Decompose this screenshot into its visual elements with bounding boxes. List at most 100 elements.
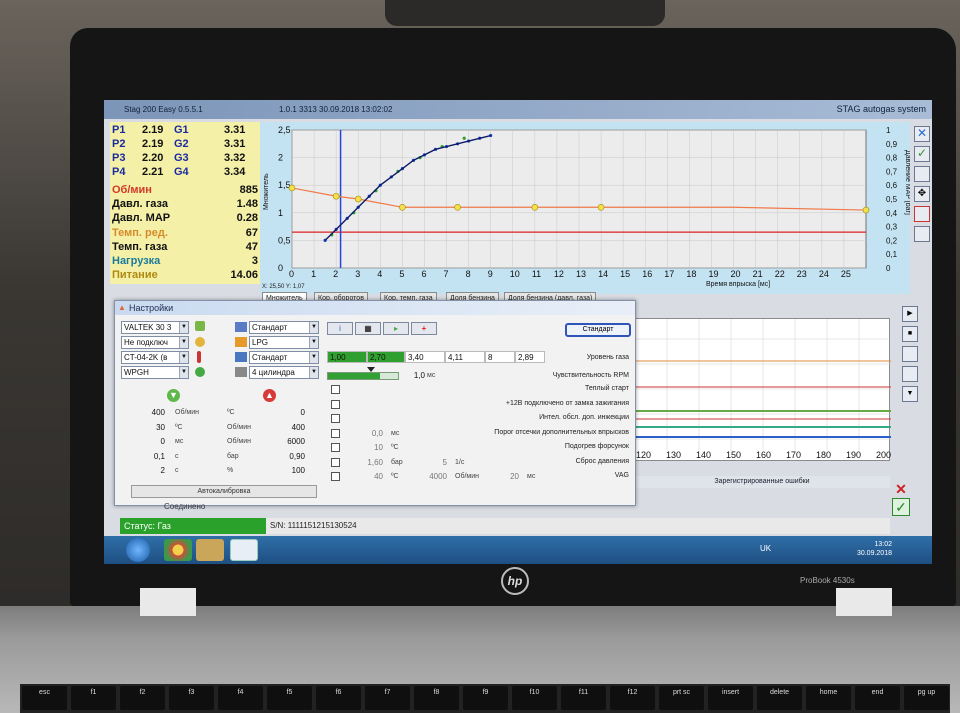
keyboard-key: pg up bbox=[904, 686, 949, 710]
option-checkbox[interactable] bbox=[331, 428, 340, 438]
option-unit: мс bbox=[391, 429, 400, 437]
combo-value: WPGH bbox=[124, 368, 149, 377]
multiplier-chart-svg[interactable]: 0 1 2 3 4 5 6 7 8 9 10 11 12 13 14 15 16 17 18 19 20 21 22 23 24… bbox=[260, 122, 910, 294]
multiplier-node[interactable] bbox=[454, 203, 461, 211]
pressure-row: P1 2.19 G1 3.31 bbox=[112, 124, 260, 138]
add-icon[interactable]: + bbox=[411, 322, 437, 335]
cursor-readout: X: 25,50 Y: 1,07 bbox=[262, 284, 305, 290]
multiplier-node[interactable] bbox=[399, 203, 406, 211]
rpm-sensitivity-slider[interactable] bbox=[327, 372, 399, 380]
fuel-type-select[interactable]: LPG ▼ bbox=[249, 336, 319, 349]
stag-app-icon[interactable] bbox=[230, 539, 258, 561]
autocalibration-button[interactable]: Автокалибровка bbox=[131, 485, 317, 498]
condition-value[interactable]: 0,1 bbox=[121, 451, 165, 462]
option-label: Теплый старт bbox=[584, 385, 629, 392]
multiplier-node[interactable] bbox=[531, 203, 539, 211]
injector-label: P1 bbox=[112, 124, 126, 136]
chevron-down-icon: ▼ bbox=[309, 367, 318, 378]
condition-value[interactable]: 0,90 bbox=[265, 451, 305, 462]
multiplier-node[interactable] bbox=[332, 192, 340, 200]
keyboard-language[interactable]: UK bbox=[760, 544, 771, 553]
cancel-icon[interactable]: ✕ bbox=[894, 482, 908, 496]
x-tick-label: 3 bbox=[355, 269, 360, 279]
collapse-icon[interactable]: ▲ bbox=[118, 301, 126, 315]
x-tick-label: 7 bbox=[444, 269, 449, 279]
multiplier-node[interactable] bbox=[354, 195, 362, 203]
stat-value: 0.28 bbox=[236, 212, 258, 225]
gas-injector-value: 3.31 bbox=[224, 124, 246, 136]
injector-type-select[interactable]: Стандарт ▼ bbox=[249, 351, 319, 364]
connect-icon[interactable]: ▸ bbox=[383, 322, 409, 335]
option-checkbox[interactable] bbox=[331, 414, 340, 423]
condition-value[interactable]: 0 bbox=[265, 407, 305, 418]
option-value[interactable]: 20 bbox=[489, 471, 519, 482]
blank-tool-button[interactable] bbox=[914, 166, 930, 182]
x-tick-label: 12 bbox=[554, 269, 564, 279]
explorer-icon[interactable] bbox=[196, 539, 224, 561]
y-tick-label: 0,5 bbox=[278, 235, 291, 245]
condition-value[interactable]: 400 bbox=[265, 422, 305, 433]
oscilloscope-graph[interactable] bbox=[634, 318, 891, 461]
slider-thumb-icon[interactable] bbox=[367, 367, 375, 372]
keyboard-key: f1 bbox=[71, 686, 116, 710]
play-icon[interactable]: ▶ bbox=[902, 306, 918, 322]
scroll-down-icon[interactable]: ▼ bbox=[902, 386, 918, 402]
stat-label: Питание bbox=[112, 269, 158, 282]
x-tick-label: 6 bbox=[421, 269, 426, 279]
keyboard-key: f7 bbox=[365, 686, 410, 710]
arrow-down-icon[interactable]: ▼ bbox=[167, 389, 180, 402]
injection-type-select[interactable]: Стандарт ▼ bbox=[249, 321, 319, 334]
option-value[interactable]: 10 bbox=[351, 442, 383, 453]
start-button[interactable] bbox=[126, 538, 150, 562]
arrow-up-icon[interactable]: ▲ bbox=[263, 389, 276, 402]
ok-check-icon[interactable]: ✓ bbox=[892, 498, 910, 516]
option-checkbox[interactable] bbox=[331, 385, 340, 394]
settings-dialog-title[interactable]: ▲ Настройки bbox=[115, 301, 635, 315]
option-value[interactable]: 4000 bbox=[407, 471, 447, 482]
system-clock[interactable]: 13:02 30.09.2018 bbox=[857, 540, 892, 558]
check-icon[interactable]: ✓ bbox=[914, 146, 930, 162]
condition-value[interactable]: 6000 bbox=[265, 436, 305, 447]
keyboard-key: f8 bbox=[414, 686, 459, 710]
cylinders-select[interactable]: 4 цилиндра ▼ bbox=[249, 366, 319, 379]
option-value[interactable]: 1,60 bbox=[351, 457, 383, 468]
multiplier-node[interactable] bbox=[288, 184, 296, 192]
red-frame-icon[interactable] bbox=[914, 206, 930, 222]
option-value[interactable]: 5 bbox=[407, 457, 447, 468]
condition-value[interactable]: 400 bbox=[121, 407, 165, 418]
save-icon[interactable] bbox=[902, 366, 918, 382]
sensor-select[interactable]: Не подключ ▼ bbox=[121, 336, 189, 349]
stat-label: Темп. газа bbox=[112, 240, 168, 253]
stat-row: Давл. газа 1.48 bbox=[112, 198, 258, 212]
stat-label: Темп. ред. bbox=[112, 226, 168, 239]
close-x-icon[interactable]: ✕ bbox=[914, 126, 930, 142]
option-value[interactable]: 0,0 bbox=[351, 428, 383, 439]
multiplier-node[interactable] bbox=[862, 206, 870, 214]
reducer-select[interactable]: VALTEK 30 3 ▼ bbox=[121, 321, 189, 334]
condition-value[interactable]: 0 bbox=[121, 436, 165, 447]
stop-icon[interactable]: ■ bbox=[902, 326, 918, 342]
blank-tool-button[interactable] bbox=[914, 226, 930, 242]
multiplier-node[interactable] bbox=[597, 203, 605, 211]
condition-value[interactable]: 100 bbox=[265, 465, 305, 476]
option-checkbox[interactable] bbox=[331, 399, 340, 409]
option-checkbox[interactable] bbox=[331, 457, 340, 467]
option-checkbox[interactable] bbox=[331, 472, 340, 481]
condition-value[interactable]: 30 bbox=[121, 422, 165, 433]
gas-sensor-select[interactable]: WPGH ▼ bbox=[121, 366, 189, 379]
standard-button[interactable]: Стандарт bbox=[565, 323, 631, 337]
info-icon[interactable]: i bbox=[327, 322, 353, 335]
x-tick-label: 10 bbox=[510, 269, 520, 279]
move-icon[interactable]: ✥ bbox=[914, 186, 930, 202]
option-value[interactable]: 40 bbox=[351, 471, 383, 482]
condition-value[interactable]: 2 bbox=[121, 465, 165, 476]
multiplier-chart[interactable]: 0 1 2 3 4 5 6 7 8 9 10 11 12 13 14 15 16 17 18 19 20 21 22 23 24… bbox=[260, 122, 910, 294]
calculator-icon[interactable]: ▦ bbox=[355, 322, 381, 335]
option-checkbox[interactable] bbox=[331, 443, 340, 452]
gas-injector-label: G3 bbox=[174, 152, 189, 164]
registered-errors-label[interactable]: Зарегистрированные ошибки bbox=[634, 476, 890, 488]
folder-icon[interactable] bbox=[902, 346, 918, 362]
chrome-icon[interactable] bbox=[164, 539, 192, 561]
stat-row: Нагрузка 3 bbox=[112, 255, 258, 269]
temp-sensor-select[interactable]: CT-04-2K (в ▼ bbox=[121, 351, 189, 364]
